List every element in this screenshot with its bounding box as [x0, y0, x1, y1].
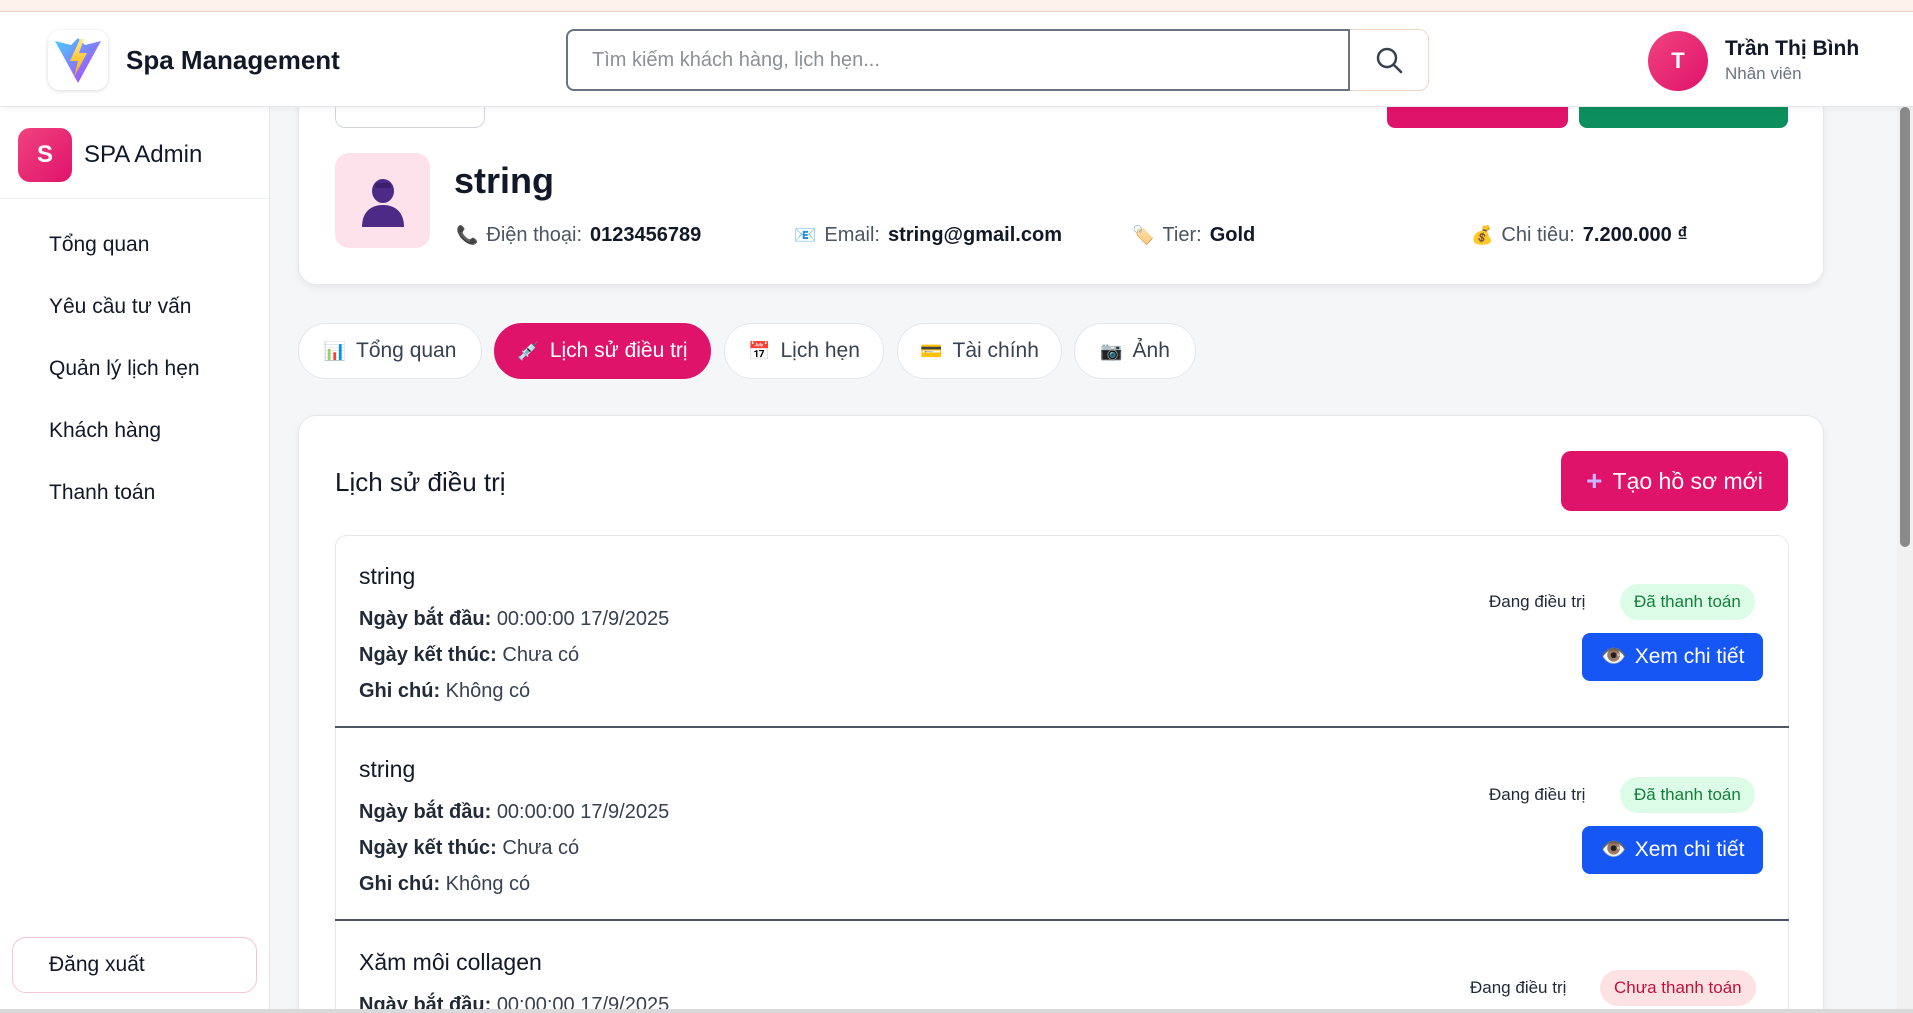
section-title: Lịch sử điều trị — [335, 467, 506, 497]
search-input[interactable] — [566, 29, 1350, 91]
bar-chart-icon: 📊 — [323, 340, 346, 361]
tab-treatment-history[interactable]: 💉 Lịch sử điều trị — [494, 323, 711, 379]
sidebar-item-payments[interactable]: Thanh toán — [49, 481, 155, 505]
tab-label: Lịch sử điều trị — [549, 339, 688, 362]
view-detail-button[interactable]: 👁️ Xem chi tiết — [1582, 633, 1763, 681]
sidebar-item-overview[interactable]: Tổng quan — [49, 233, 149, 257]
sidebar: S SPA Admin Tổng quan Yêu cầu tư vấn Quả… — [0, 107, 270, 1013]
customer-phone: 📞 Điện thoại: 0123456789 — [456, 224, 701, 247]
record-end: Ngày kết thúc: Chưa có — [359, 837, 580, 859]
tier-label: Tier: — [1162, 224, 1202, 246]
tab-overview[interactable]: 📊 Tổng quan — [298, 323, 482, 379]
view-detail-label: Xem chi tiết — [1634, 645, 1745, 668]
view-detail-button[interactable]: 👁️ Xem chi tiết — [1582, 826, 1763, 874]
sidebar-header: S SPA Admin — [0, 107, 269, 199]
customer-tier: 🏷️ Tier: Gold — [1132, 224, 1255, 247]
customer-avatar — [335, 153, 430, 248]
payment-status-badge: Chưa thanh toán — [1600, 970, 1756, 1006]
phone-icon: 📞 — [456, 225, 479, 245]
record-end: Ngày kết thúc: Chưa có — [359, 644, 580, 666]
tab-label: Tài chính — [952, 339, 1039, 362]
treatment-record: string Ngày bắt đầu: 00:00:00 17/9/2025 … — [335, 728, 1789, 921]
create-record-button[interactable]: + Tạo hồ sơ mới — [1561, 451, 1788, 511]
record-status: Đang điều trị — [1489, 592, 1586, 611]
record-status: Đang điều trị — [1489, 785, 1586, 804]
phone-label: Điện thoại: — [486, 224, 583, 246]
tab-label: Tổng quan — [356, 339, 457, 362]
tab-label: Lịch hẹn — [780, 339, 860, 362]
record-start: Ngày bắt đầu: 00:00:00 17/9/2025 — [359, 994, 670, 1009]
view-detail-label: Xem chi tiết — [1634, 838, 1745, 861]
email-label: Email: — [824, 224, 880, 246]
tab-appointments[interactable]: 📅 Lịch hẹn — [724, 323, 884, 379]
person-icon — [361, 178, 404, 227]
phone-value: 0123456789 — [590, 224, 702, 246]
plus-icon: + — [1586, 465, 1603, 496]
top-stripe — [0, 0, 1913, 12]
eye-icon: 👁️ — [1600, 645, 1627, 668]
tab-photos[interactable]: 📷 Ảnh — [1074, 323, 1196, 379]
record-note: Ghi chú: Không có — [359, 873, 531, 895]
record-name: Xăm môi collagen — [359, 949, 542, 975]
tab-label: Ảnh — [1132, 339, 1170, 362]
record-name: string — [359, 756, 416, 782]
page-scrollbar[interactable] — [1897, 107, 1913, 1013]
payment-status-badge: Đã thanh toán — [1620, 584, 1755, 620]
record-start: Ngày bắt đầu: 00:00:00 17/9/2025 — [359, 801, 670, 823]
lightning-logo-icon — [55, 38, 101, 83]
user-name: Trần Thị Bình — [1725, 37, 1860, 60]
email-value: string@gmail.com — [888, 224, 1062, 246]
user-avatar[interactable]: T — [1648, 31, 1708, 91]
app-title: Spa Management — [126, 45, 340, 75]
user-role: Nhân viên — [1725, 64, 1802, 83]
syringe-icon: 💉 — [517, 340, 540, 361]
spend-value: 7.200.000 ₫ — [1582, 224, 1688, 246]
spend-label: Chi tiêu: — [1501, 224, 1575, 246]
customer-email: 📧 Email: string@gmail.com — [794, 224, 1062, 247]
app-header: Spa Management T Trần Thị Bình Nhân viên — [0, 12, 1913, 107]
tag-icon: 🏷️ — [1132, 225, 1155, 245]
record-status: Đang điều trị — [1470, 978, 1567, 997]
email-icon: 📧 — [794, 225, 817, 245]
payment-status-badge: Đã thanh toán — [1620, 777, 1755, 813]
money-bag-icon: 💰 — [1471, 225, 1494, 245]
tab-finance[interactable]: 💳 Tài chính — [897, 323, 1062, 379]
create-record-label: Tạo hồ sơ mới — [1612, 467, 1763, 494]
search-button[interactable] — [1350, 29, 1429, 91]
tier-value: Gold — [1209, 224, 1256, 246]
sidebar-logo: S — [18, 128, 72, 182]
eye-icon: 👁️ — [1600, 838, 1627, 861]
sidebar-item-appointments[interactable]: Quản lý lịch hẹn — [49, 357, 200, 381]
sidebar-item-customers[interactable]: Khách hàng — [49, 419, 161, 443]
camera-icon: 📷 — [1100, 340, 1123, 361]
window-bottom-edge — [0, 1009, 1913, 1013]
customer-spend: 💰 Chi tiêu: 7.200.000 ₫ — [1471, 224, 1688, 247]
treatment-record: string Ngày bắt đầu: 00:00:00 17/9/2025 … — [335, 535, 1789, 728]
app-logo[interactable] — [48, 30, 108, 90]
record-note: Ghi chú: Không có — [359, 680, 531, 702]
customer-name: string — [454, 160, 555, 201]
calendar-icon: 📅 — [748, 340, 771, 361]
sidebar-item-consultation-requests[interactable]: Yêu cầu tư vấn — [49, 295, 191, 319]
sidebar-title: SPA Admin — [84, 141, 203, 168]
record-start: Ngày bắt đầu: 00:00:00 17/9/2025 — [359, 608, 670, 630]
logout-button[interactable]: Đăng xuất — [12, 937, 257, 993]
search-icon — [1376, 47, 1403, 74]
scrollbar-thumb[interactable] — [1900, 107, 1910, 547]
treatment-record: Xăm môi collagen Ngày bắt đầu: 00:00:00 … — [335, 921, 1789, 1009]
record-name: string — [359, 563, 416, 589]
credit-card-icon: 💳 — [920, 340, 943, 361]
